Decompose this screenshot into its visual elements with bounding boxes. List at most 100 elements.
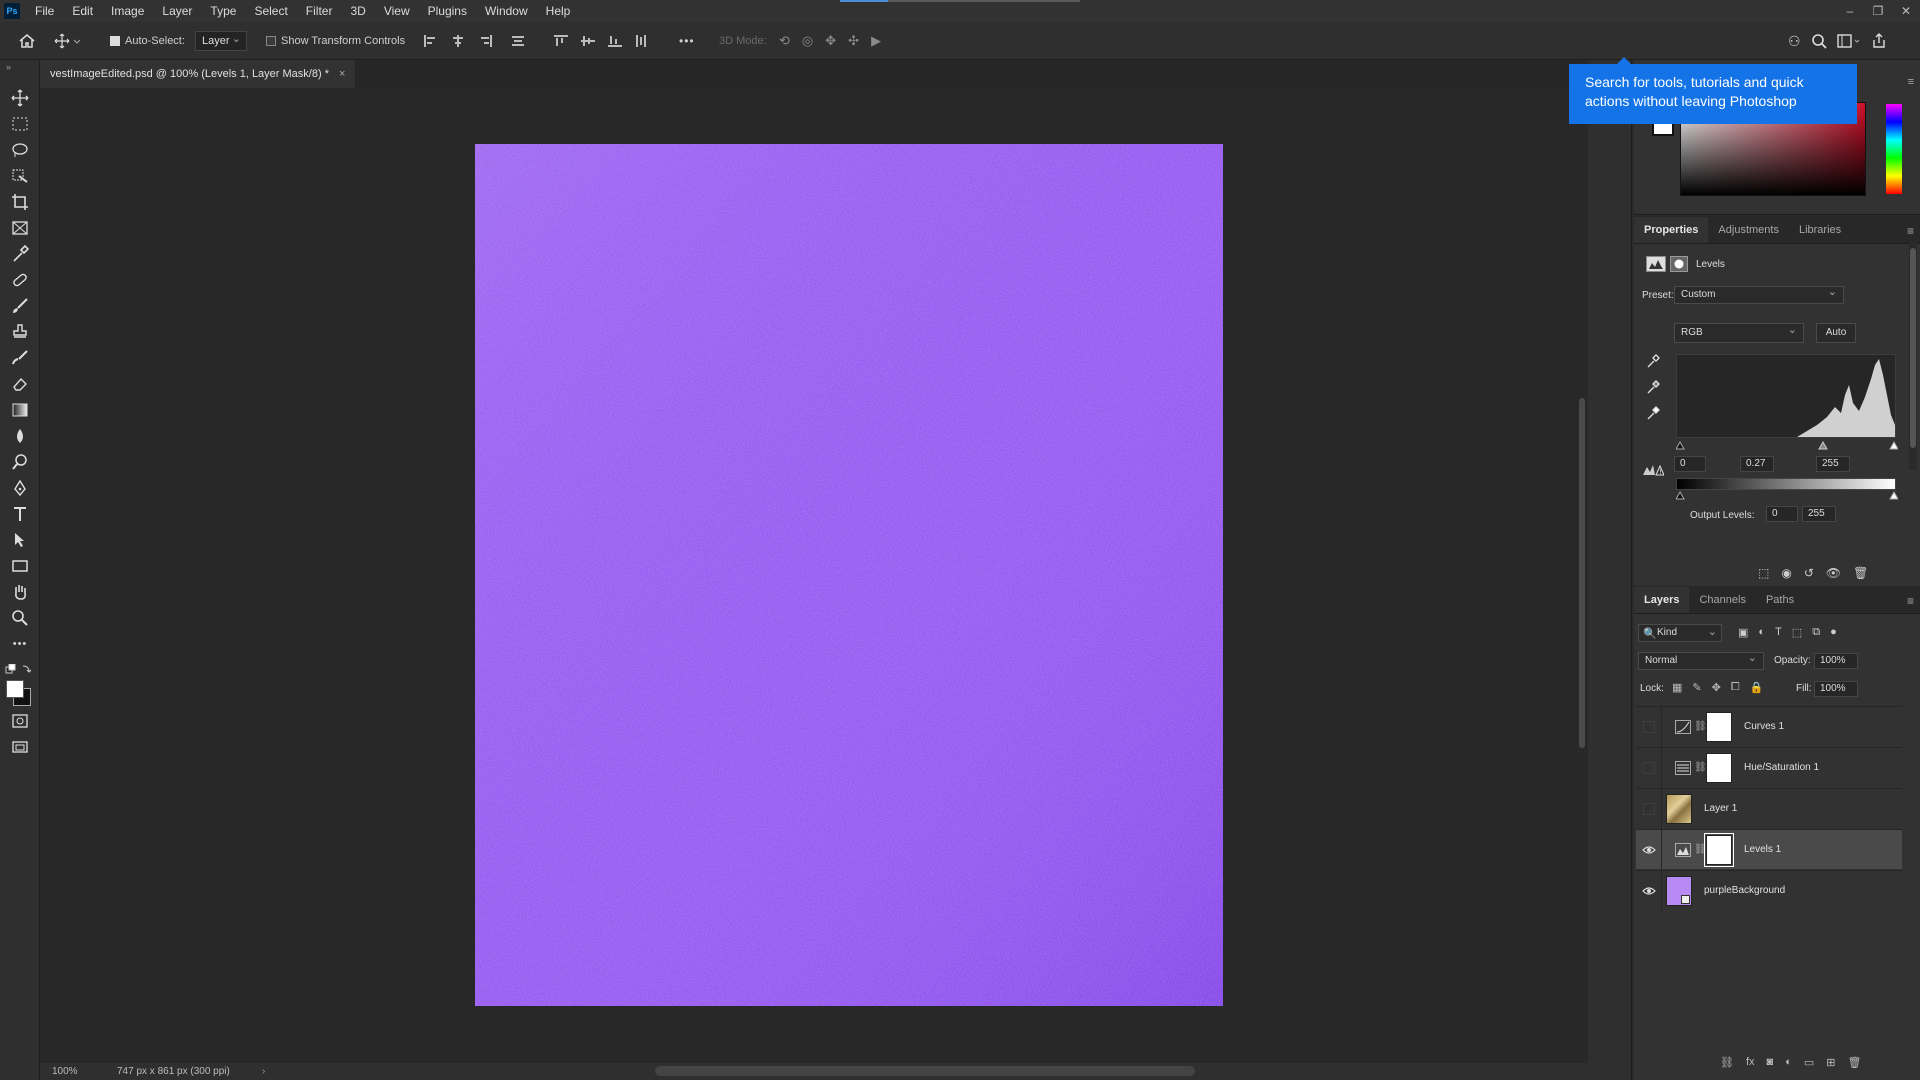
close-document-icon[interactable]: × [339, 68, 345, 80]
path-selection-tool-icon[interactable] [8, 529, 32, 551]
blur-tool-icon[interactable] [8, 425, 32, 447]
calculate-levels-warning-icon[interactable]: ! [1642, 462, 1664, 476]
move-tool-icon[interactable] [8, 87, 32, 109]
layer-name[interactable]: purpleBackground [1704, 885, 1785, 896]
workspace-icon[interactable] [1836, 33, 1861, 49]
3d-orbit-icon[interactable]: ⟲ [779, 33, 790, 49]
default-colors-icon[interactable] [5, 664, 33, 676]
layer-mask-thumbnail[interactable] [1706, 711, 1732, 742]
menu-type[interactable]: Type [201, 0, 245, 22]
layer-row-purple-background[interactable]: purpleBackground [1636, 870, 1902, 911]
pen-tool-icon[interactable] [8, 477, 32, 499]
gradient-tool-icon[interactable] [8, 399, 32, 421]
layer-style-icon[interactable]: fx [1746, 1056, 1755, 1069]
filter-toggle-icon[interactable]: ● [1830, 626, 1837, 639]
blend-mode-dropdown[interactable]: Normal [1638, 650, 1764, 670]
view-previous-state-icon[interactable]: ◉ [1781, 566, 1791, 580]
input-black-field[interactable]: 0 [1674, 456, 1706, 472]
fill-field[interactable]: 100% [1814, 681, 1858, 697]
3d-slide-icon[interactable]: ✣ [848, 33, 859, 49]
edit-toolbar-icon[interactable]: ••• [8, 633, 32, 655]
align-middle-v-icon[interactable] [580, 34, 596, 48]
mask-link-icon[interactable]: ⛓ [1694, 844, 1707, 855]
menu-view[interactable]: View [375, 0, 419, 22]
layer-name[interactable]: Hue/Saturation 1 [1744, 762, 1819, 773]
layer-thumbnail[interactable] [1666, 793, 1692, 824]
output-white-field[interactable]: 255 [1802, 506, 1836, 522]
tab-properties[interactable]: Properties [1634, 217, 1709, 243]
visibility-toggle[interactable] [1636, 706, 1662, 747]
visibility-toggle[interactable] [1636, 829, 1662, 870]
filter-shape-icon[interactable]: ⬚ [1792, 626, 1802, 639]
auto-select-target-dropdown[interactable]: Layer [195, 30, 247, 51]
menu-plugins[interactable]: Plugins [419, 0, 476, 22]
auto-select-checkbox[interactable] [110, 36, 120, 46]
marquee-tool-icon[interactable] [8, 113, 32, 135]
channel-dropdown[interactable]: RGB [1674, 321, 1804, 343]
tab-paths[interactable]: Paths [1756, 587, 1804, 613]
close-window-button[interactable]: ✕ [1892, 0, 1920, 22]
new-group-icon[interactable]: ▭ [1804, 1056, 1814, 1069]
color-panel-menu-icon[interactable]: ≡ [1908, 76, 1914, 88]
input-gamma-field[interactable]: 0.27 [1740, 456, 1774, 472]
filter-adjustment-icon[interactable]: ◐ [1758, 626, 1765, 639]
menu-image[interactable]: Image [102, 0, 153, 22]
minimize-button[interactable]: – [1836, 0, 1864, 22]
rectangle-tool-icon[interactable] [8, 555, 32, 577]
layer-mask-thumbnail[interactable] [1706, 752, 1732, 783]
layers-scrollbar[interactable] [1904, 706, 1918, 1066]
output-sliders[interactable] [1676, 490, 1898, 500]
menu-help[interactable]: Help [537, 0, 580, 22]
filter-type-icon[interactable]: T [1775, 626, 1782, 639]
auto-button[interactable]: Auto [1816, 323, 1856, 343]
layer-mask-mode-icon[interactable] [1670, 256, 1688, 272]
new-layer-icon[interactable]: ⊞ [1826, 1056, 1835, 1069]
lock-pixels-icon[interactable]: ✎ [1692, 681, 1701, 694]
layer-thumbnail[interactable] [1666, 875, 1692, 906]
menu-file[interactable]: File [26, 0, 63, 22]
document-canvas[interactable] [475, 144, 1223, 1006]
eyedropper-tool-icon[interactable] [8, 243, 32, 265]
opacity-field[interactable]: 100% [1814, 653, 1858, 669]
visibility-toggle[interactable] [1636, 747, 1662, 788]
lock-position-icon[interactable]: ✥ [1712, 681, 1721, 694]
document-tab[interactable]: vestImageEdited.psd @ 100% (Levels 1, La… [40, 60, 356, 88]
add-mask-icon[interactable]: ◙ [1767, 1056, 1774, 1069]
layer-name[interactable]: Curves 1 [1744, 721, 1784, 732]
menu-window[interactable]: Window [476, 0, 537, 22]
layer-row-curves[interactable]: ⛓ Curves 1 [1636, 706, 1902, 747]
tab-libraries[interactable]: Libraries [1789, 217, 1851, 243]
distribute-vertical-icon[interactable] [510, 34, 526, 48]
show-transform-toggle[interactable]: Show Transform Controls [266, 22, 405, 60]
lock-artboard-icon[interactable]: ⧠ [1731, 681, 1740, 694]
reset-adjustment-icon[interactable]: ↺ [1804, 566, 1814, 580]
layers-menu-icon[interactable]: ≡ [1907, 594, 1914, 608]
layer-filter-dropdown[interactable]: 🔍 Kind ⌄ [1638, 624, 1722, 642]
mask-link-icon[interactable]: ⛓ [1694, 721, 1707, 732]
zoom-level[interactable]: 100% [52, 1066, 78, 1077]
status-menu-arrow[interactable]: › [262, 1066, 265, 1077]
more-options-button[interactable]: ••• [679, 22, 695, 60]
canvas-area[interactable] [40, 88, 1576, 1063]
share-icon[interactable] [1871, 33, 1887, 49]
history-brush-tool-icon[interactable] [8, 347, 32, 369]
output-black-field[interactable]: 0 [1766, 506, 1798, 522]
gray-point-eyedropper-icon[interactable] [1646, 380, 1660, 394]
foreground-color-swatch[interactable] [6, 680, 24, 698]
align-left-icon[interactable] [423, 34, 439, 48]
home-icon[interactable] [18, 22, 36, 60]
search-icon[interactable] [1811, 33, 1827, 49]
menu-filter[interactable]: Filter [297, 0, 342, 22]
mask-link-icon[interactable]: ⛓ [1694, 762, 1707, 773]
collapse-toolbar-icon[interactable]: » [6, 62, 11, 72]
move-tool-preset-icon[interactable] [54, 22, 84, 60]
object-selection-tool-icon[interactable] [8, 165, 32, 187]
filter-pixel-icon[interactable]: ▣ [1738, 626, 1748, 639]
align-right-icon[interactable] [477, 34, 493, 48]
menu-3d[interactable]: 3D [341, 0, 374, 22]
screen-mode-icon[interactable] [8, 736, 32, 758]
clone-stamp-tool-icon[interactable] [8, 321, 32, 343]
new-adjustment-layer-icon[interactable]: ◐ [1785, 1056, 1792, 1069]
preset-dropdown[interactable]: Custom [1674, 284, 1844, 304]
menu-select[interactable]: Select [245, 0, 296, 22]
